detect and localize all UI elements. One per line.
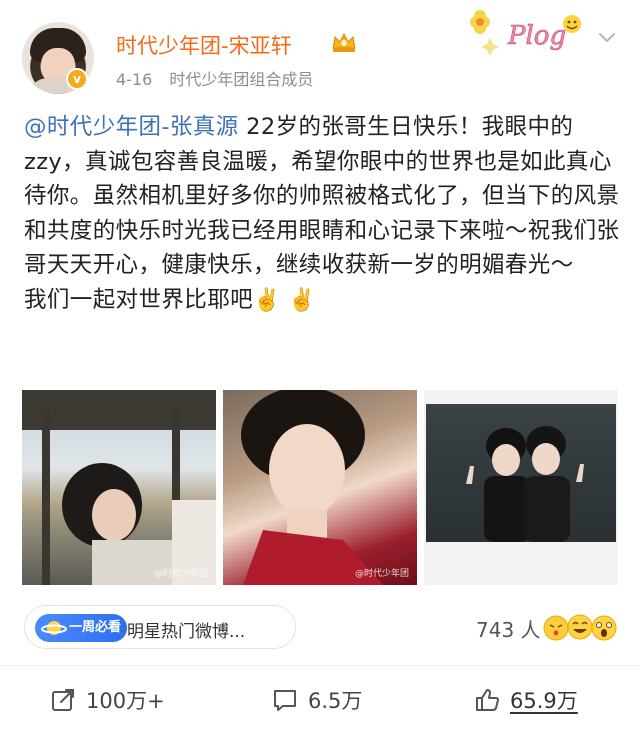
- photo-2[interactable]: @时代少年团: [223, 390, 417, 585]
- photo-1-illustration: [22, 390, 216, 585]
- comment-count: 6.5万: [308, 689, 363, 713]
- smiley-icon: [563, 15, 581, 33]
- photo-watermark: @时代少年团: [153, 569, 208, 579]
- sparkle-icon: [481, 38, 499, 56]
- chevron-down-icon[interactable]: [596, 26, 618, 48]
- photo-watermark: @时代少年团: [354, 569, 409, 579]
- flower-icon: [470, 10, 490, 34]
- kiss-face-icon: [543, 615, 569, 641]
- planet-icon: [41, 621, 67, 635]
- like-button[interactable]: 65.9万: [474, 684, 578, 716]
- topic-tag: 一周必看: [35, 614, 127, 642]
- verified-badge-icon: v: [66, 68, 88, 90]
- vip-crown-icon: [332, 32, 356, 52]
- topic-pill[interactable]: 一周必看 明星热门微博...: [24, 605, 296, 649]
- photo-3-print: [426, 404, 616, 542]
- post-date: 4-16: [116, 70, 153, 89]
- photo-3[interactable]: [424, 390, 618, 585]
- post-header: v 时代少年团-宋亚轩 4-16 时代少年团组合成员 Plog: [0, 0, 640, 100]
- topic-tag-label: 一周必看: [69, 620, 122, 635]
- comment-button[interactable]: 6.5万: [272, 684, 362, 716]
- photo-1[interactable]: @时代少年团: [22, 390, 216, 585]
- photo-grid: @时代少年团 @时代少年团: [22, 390, 618, 585]
- post-source: 时代少年团组合成员: [169, 70, 314, 89]
- repost-icon: [52, 689, 74, 711]
- like-count: 65.9万: [510, 689, 578, 713]
- surprised-face-icon: [591, 615, 617, 641]
- post-body: @时代少年团-张真源 22岁的张哥生日快乐！我眼中的zzy，真诚包容善良温暖，希…: [24, 110, 620, 318]
- thumbs-up-icon: [476, 689, 499, 711]
- mention-link[interactable]: @时代少年团-张真源: [24, 114, 239, 140]
- reaction-emoji-icons: [543, 614, 617, 641]
- repost-button[interactable]: 100万+: [50, 684, 165, 716]
- photo-3-illustration: [466, 426, 584, 542]
- photo-2-illustration: [241, 390, 383, 585]
- plog-decoration: Plog: [470, 10, 581, 56]
- action-bar: 100万+ 6.5万 65.9万: [0, 666, 640, 735]
- victory-hand-emoji: ✌️: [288, 287, 317, 313]
- victory-hand-emoji: ✌️: [253, 287, 281, 313]
- repost-count: 100万+: [86, 689, 165, 713]
- laugh-face-icon: [567, 614, 593, 640]
- post-meta: 4-16 时代少年团组合成员: [116, 66, 325, 90]
- post-text-last-line: 我们一起对世界比耶吧: [24, 286, 254, 313]
- plog-label: Plog: [507, 21, 566, 51]
- reaction-count: 743 人: [476, 618, 541, 642]
- comment-icon: [274, 690, 296, 711]
- author-name[interactable]: 时代少年团-宋亚轩: [116, 30, 292, 60]
- topic-title: 明星热门微博...: [127, 622, 246, 642]
